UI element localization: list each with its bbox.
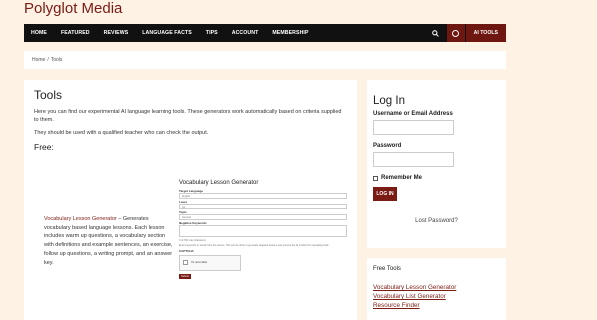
remember-me-checkbox[interactable] [373, 175, 378, 181]
login-button[interactable]: LOG IN [373, 187, 397, 201]
tool-description: Vocabulary Lesson Generator – Generates … [44, 215, 174, 267]
nav-item-featured[interactable]: FEATURED [54, 30, 97, 36]
password-label: Password [373, 143, 402, 149]
breadcrumb-home[interactable]: Home [32, 57, 45, 63]
login-title: Log In [373, 95, 405, 107]
preview-field-topic: General [179, 214, 347, 220]
remember-me[interactable]: Remember Me [373, 175, 500, 181]
preview-field-language: English [179, 193, 347, 199]
free-heading: Free: [34, 142, 54, 152]
nav-item-membership[interactable]: MEMBERSHIP [265, 30, 315, 36]
nav-item-ai-tools[interactable]: AI TOOLS [465, 24, 506, 42]
main-nav: HOME FEATURED REVIEWS LANGUAGE FACTS TIP… [24, 24, 506, 42]
preview-captcha: I'm not a robot [179, 254, 241, 271]
username-input[interactable] [373, 120, 454, 135]
tool-description-text: – Generates vocabulary based language le… [44, 216, 173, 266]
nav-item-tips[interactable]: TIPS [199, 30, 225, 36]
search-icon[interactable] [429, 24, 443, 42]
preview-field-level: A1 [179, 203, 347, 209]
captcha-checkbox-icon [183, 260, 188, 266]
note-text: They should be used with a qualified tea… [34, 130, 209, 136]
lost-password-link[interactable]: Lost Password? [373, 218, 500, 224]
breadcrumb-separator: / [47, 57, 49, 63]
preview-submit-button: Submit [179, 273, 191, 279]
theme-toggle-icon[interactable] [446, 24, 465, 42]
nav-item-language-facts[interactable]: LANGUAGE FACTS [135, 30, 199, 36]
breadcrumb-current: Tools [50, 57, 63, 63]
site-title[interactable]: Polyglot Media [24, 0, 122, 17]
free-tools-widget: Free Tools Vocabulary Lesson Generator V… [367, 258, 506, 320]
nav-item-reviews[interactable]: REVIEWS [97, 30, 136, 36]
free-tool-link-vocabulary-lesson[interactable]: Vocabulary Lesson Generator [373, 283, 500, 292]
nav-item-account[interactable]: ACCOUNT [225, 30, 266, 36]
preview-hint: Enter keywords or words from the lesson.… [179, 243, 330, 247]
free-tool-link-resource-finder[interactable]: Resource Finder [373, 301, 500, 310]
generator-preview-image[interactable]: Vocabulary Lesson Generator Target Langu… [179, 180, 349, 320]
breadcrumb: Home / Tools [24, 51, 506, 69]
captcha-text: I'm not a robot [191, 261, 207, 265]
username-label: Username or Email Address [373, 111, 453, 117]
preview-title: Vocabulary Lesson Generator [179, 180, 259, 186]
free-tool-link-vocabulary-list[interactable]: Vocabulary List Generator [373, 292, 500, 301]
remember-me-label: Remember Me [381, 175, 423, 181]
login-widget: Log In Username or Email Address Passwor… [367, 80, 506, 248]
nav-item-home[interactable]: HOME [24, 30, 54, 36]
main-content: Tools Here you can find our experimental… [24, 80, 357, 320]
page-title: Tools [34, 88, 63, 102]
preview-field-keywords [179, 224, 347, 237]
vocabulary-lesson-generator-link[interactable]: Vocabulary Lesson Generator [44, 216, 117, 222]
free-tools-title: Free Tools [373, 266, 401, 272]
preview-captcha-label: CAPTCHA [179, 248, 194, 253]
password-input[interactable] [373, 152, 454, 167]
intro-text: Here you can find our experimental AI la… [34, 109, 342, 123]
preview-counter: 0 of 700 max characters [179, 238, 206, 242]
